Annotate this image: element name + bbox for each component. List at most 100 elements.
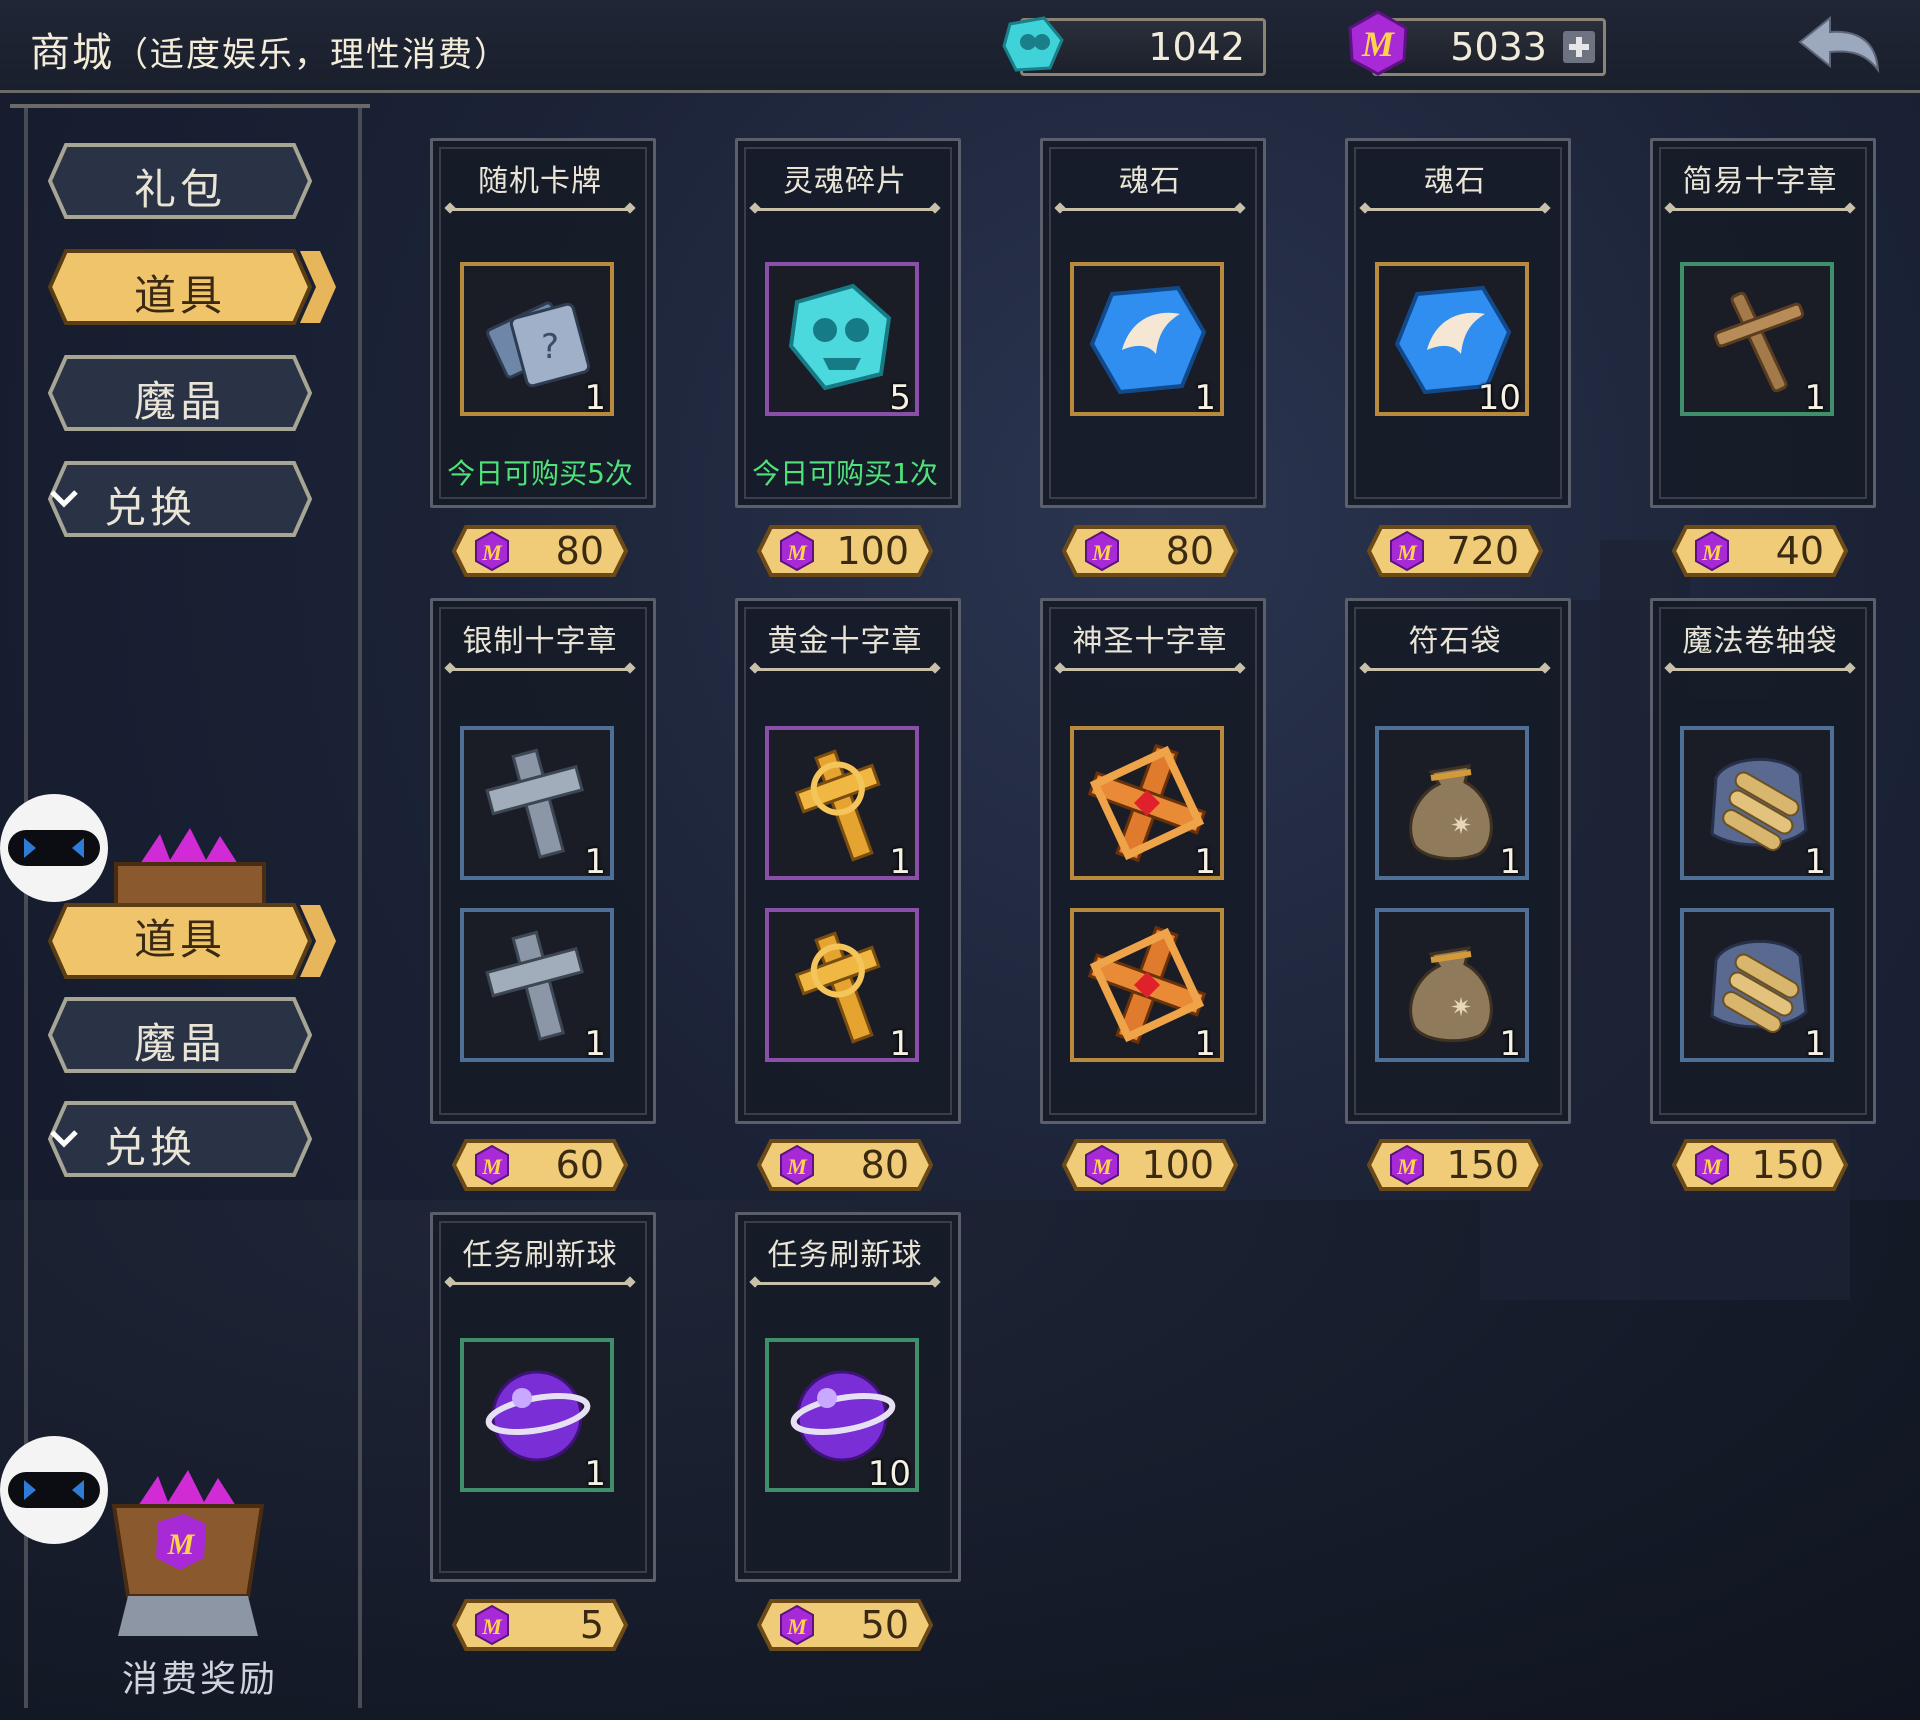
tab-gift-pack-label: 礼包 bbox=[133, 165, 226, 214]
shop-item-quantity: 1 bbox=[584, 1454, 606, 1494]
shop-item-card[interactable]: 神圣十字章 1 1 M 100 bbox=[1040, 598, 1266, 1198]
top-bar: 商城（适度娱乐，理性消费） 1042 5033 M bbox=[0, 0, 1920, 93]
magic-crystal-icon: M bbox=[1085, 1144, 1119, 1186]
spending-reward-button[interactable]: M 消费奖励 bbox=[0, 1436, 300, 1716]
shop-item-slot: 5 bbox=[765, 262, 919, 418]
shop-item-quantity: 1 bbox=[889, 1024, 911, 1064]
shop-item-divider bbox=[755, 208, 935, 211]
price-button[interactable]: M 720 bbox=[1367, 524, 1543, 578]
scroll-bag-icon bbox=[1710, 757, 1808, 851]
shop-item-card[interactable]: 简易十字章 1 M 40 bbox=[1650, 138, 1876, 584]
tab-magic-crystal-label: 魔晶 bbox=[133, 377, 226, 426]
svg-text:M: M bbox=[481, 1614, 503, 1639]
shop-item-card[interactable]: 随机卡牌? 1 今日可购买5次 M 80 bbox=[430, 138, 656, 584]
svg-text:✷: ✷ bbox=[1450, 811, 1472, 841]
shop-item-quantity: 1 bbox=[889, 842, 911, 882]
shop-item-quantity: 5 bbox=[889, 378, 911, 418]
price-value: 720 bbox=[1446, 529, 1519, 573]
tab-exchange[interactable]: 兑换 bbox=[48, 460, 312, 538]
tab-magic-crystal[interactable]: 魔晶 bbox=[48, 354, 312, 432]
magic-crystal-value: 5033 bbox=[1450, 25, 1547, 69]
shop-item-card[interactable]: 灵魂碎片 5 今日可购买1次 M 100 bbox=[735, 138, 961, 584]
shop-item-quantity: 10 bbox=[1477, 378, 1521, 418]
price-value: 40 bbox=[1775, 529, 1824, 573]
add-crystal-button[interactable] bbox=[1563, 31, 1595, 63]
shop-item-divider bbox=[1365, 668, 1545, 671]
svg-text:✷: ✷ bbox=[1450, 993, 1472, 1023]
shop-item-card[interactable]: 任务刷新球 1 M 5 bbox=[430, 1212, 656, 1658]
shop-item-divider bbox=[755, 668, 935, 671]
price-button[interactable]: M5 bbox=[452, 1598, 628, 1652]
price-button[interactable]: M 40 bbox=[1672, 524, 1848, 578]
page-title: 商城（适度娱乐，理性消费） bbox=[30, 30, 510, 76]
price-button[interactable]: M 100 bbox=[757, 524, 933, 578]
price-button[interactable]: M 80 bbox=[452, 524, 628, 578]
shop-item-card[interactable]: 魂石 10 M 720 bbox=[1345, 138, 1571, 584]
tab-items-label: 道具 bbox=[133, 271, 226, 320]
shop-item-divider bbox=[755, 1282, 935, 1285]
price-button[interactable]: M 50 bbox=[757, 1598, 933, 1652]
shop-item-card[interactable]: 银制十字章 1 1 M 60 bbox=[430, 598, 656, 1198]
shop-item-card[interactable]: 任务刷新球 10 M 50 bbox=[735, 1212, 961, 1658]
shop-item-slot: ✷ 1 bbox=[1375, 908, 1529, 1064]
shop-item-quantity: 1 bbox=[1804, 842, 1826, 882]
shop-item-slot: 1 bbox=[1680, 726, 1834, 882]
card-pack-icon: ? bbox=[486, 301, 591, 388]
chevron-down-icon bbox=[50, 1130, 78, 1148]
shop-item-card[interactable]: 魔法卷轴袋 1 1 M 150 bbox=[1650, 598, 1876, 1198]
shop-item-quantity: 1 bbox=[1194, 1024, 1216, 1064]
tab-magic-crystal-repeat[interactable]: 魔晶 bbox=[48, 996, 312, 1074]
shop-item-quantity: 1 bbox=[1194, 842, 1216, 882]
shop-item-divider bbox=[1060, 668, 1240, 671]
shop-item-divider bbox=[1670, 208, 1850, 211]
back-arrow-icon[interactable] bbox=[1796, 12, 1882, 78]
svg-text:M: M bbox=[786, 1614, 808, 1639]
tab-items[interactable]: 道具 bbox=[48, 248, 336, 326]
shop-item-quantity: 1 bbox=[1804, 378, 1826, 418]
price-value: 5 bbox=[579, 1603, 604, 1647]
price-value: 150 bbox=[1751, 1143, 1824, 1187]
crystal-chest-icon: M bbox=[111, 1470, 265, 1636]
price-value: 80 bbox=[1165, 529, 1214, 573]
price-button[interactable]: M 150 bbox=[1367, 1138, 1543, 1192]
tab-items-repeat[interactable]: 道具 bbox=[48, 902, 336, 980]
refresh-orb-icon bbox=[485, 1370, 591, 1462]
magic-crystal-icon: M bbox=[1348, 10, 1408, 76]
magic-crystal-icon: M bbox=[1695, 530, 1729, 572]
price-value: 100 bbox=[1141, 1143, 1214, 1187]
shop-item-slot: 1 bbox=[1070, 262, 1224, 418]
rune-bag-icon: ✷ bbox=[1409, 946, 1493, 1043]
svg-text:M: M bbox=[481, 1154, 503, 1179]
price-button[interactable]: M 100 bbox=[1062, 1138, 1238, 1192]
svg-text:M: M bbox=[1091, 540, 1113, 565]
shop-item-card[interactable]: 符石袋 ✷ 1 ✷ 1 M 150 bbox=[1345, 598, 1571, 1198]
silver-cross-icon bbox=[485, 748, 584, 859]
tab-exchange-repeat[interactable]: 兑换 bbox=[48, 1100, 312, 1178]
price-value: 60 bbox=[555, 1143, 604, 1187]
price-button[interactable]: M 80 bbox=[1062, 524, 1238, 578]
magic-crystal-icon: M bbox=[1695, 1144, 1729, 1186]
gold-cross-icon bbox=[794, 749, 881, 862]
magic-crystal-icon: M bbox=[1390, 1144, 1424, 1186]
price-button[interactable]: M 80 bbox=[757, 1138, 933, 1192]
shop-item-name: 魂石 bbox=[1119, 164, 1181, 199]
shop-item-quantity: 1 bbox=[1194, 378, 1216, 418]
shop-item-name: 任务刷新球 bbox=[767, 1238, 923, 1273]
shop-item-slot: 10 bbox=[765, 1338, 919, 1494]
price-button[interactable]: M 150 bbox=[1672, 1138, 1848, 1192]
magic-crystal-icon: M bbox=[780, 1604, 814, 1646]
shop-item-name: 灵魂碎片 bbox=[783, 164, 907, 199]
shop-item-card[interactable]: 魂石 1 M 80 bbox=[1040, 138, 1266, 584]
shop-item-quantity: 10 bbox=[867, 1454, 911, 1494]
sidebar: 礼包 道具 魔晶 兑换 道具 魔晶 兑换 M 消费奖励 bbox=[0, 94, 370, 1720]
price-button[interactable]: M 60 bbox=[452, 1138, 628, 1192]
shop-item-quantity: 1 bbox=[1499, 1024, 1521, 1064]
soul-stone-icon bbox=[1089, 285, 1207, 395]
price-value: 50 bbox=[860, 1603, 909, 1647]
shop-item-card[interactable]: 黄金十字章 1 1 M 80 bbox=[735, 598, 961, 1198]
svg-text:M: M bbox=[1091, 1154, 1113, 1179]
shop-item-divider bbox=[450, 208, 630, 211]
tab-gift-pack[interactable]: 礼包 bbox=[48, 142, 312, 220]
shop-item-slot: 1 bbox=[1680, 908, 1834, 1064]
svg-text:M: M bbox=[1396, 1154, 1418, 1179]
